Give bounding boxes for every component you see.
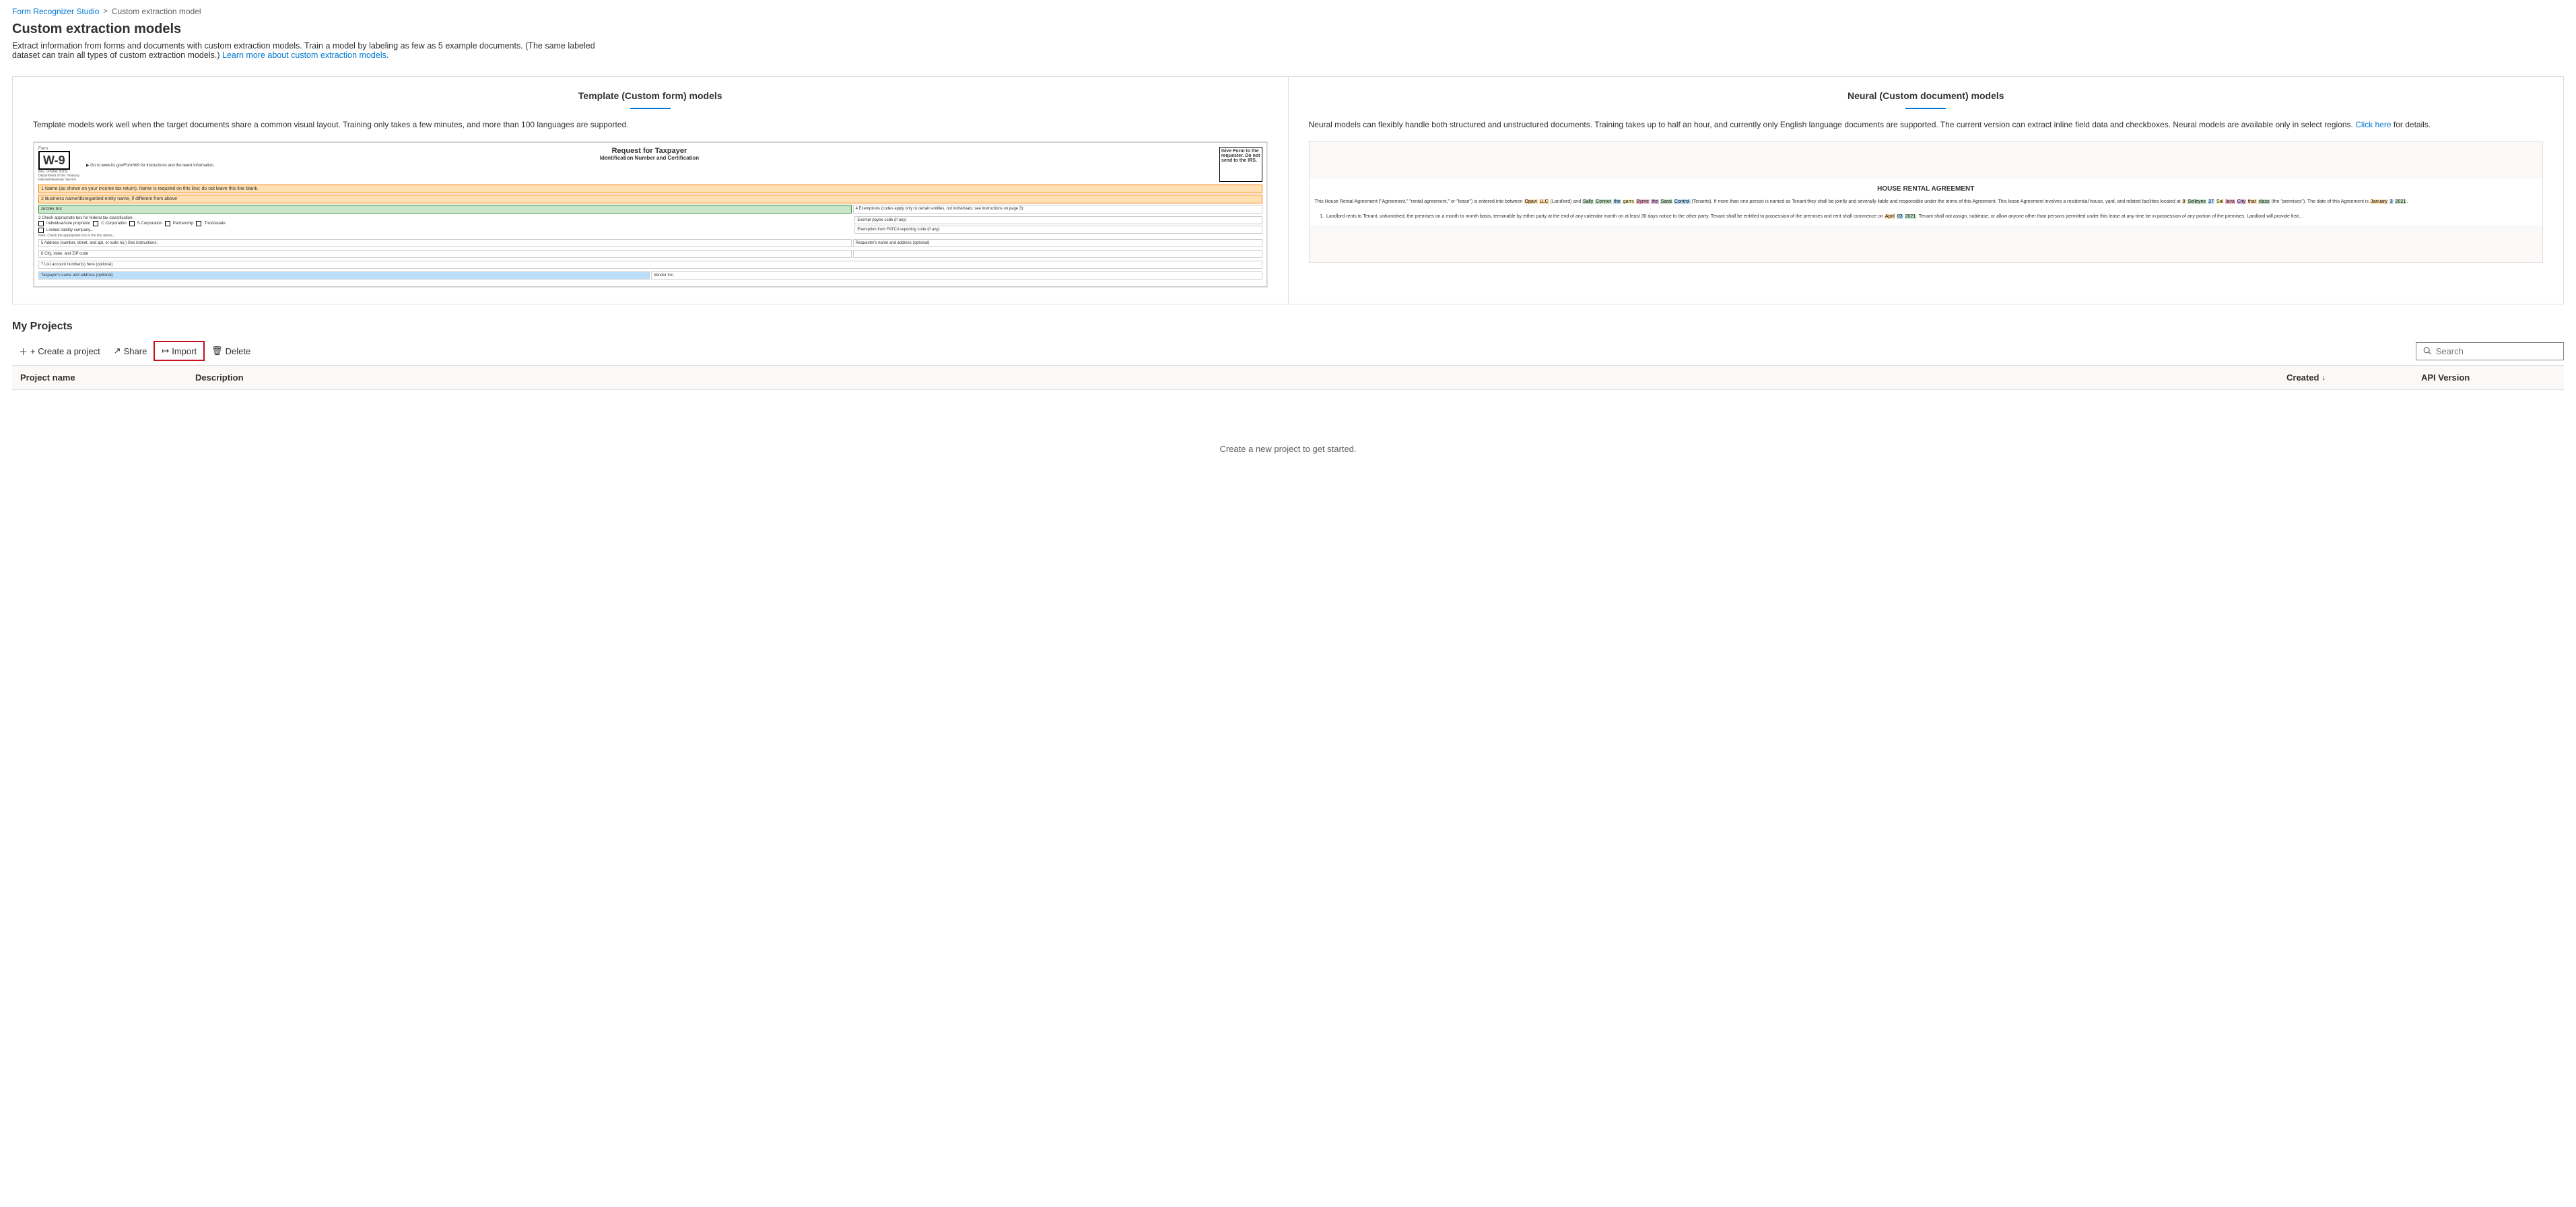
projects-toolbar-row: ＋ + Create a project ↗ Share ↦ Import 🗑 … <box>12 341 2564 365</box>
template-panel-desc: Template models work well when the targe… <box>33 119 1268 131</box>
search-box[interactable] <box>2416 342 2564 360</box>
share-button[interactable]: ↗ Share <box>107 342 154 360</box>
page-description: Extract information from forms and docum… <box>12 41 618 60</box>
template-panel-preview: Form W-9 Rev. October 2018) Department o… <box>33 141 1268 288</box>
neural-panel-divider <box>1905 108 1946 109</box>
search-input[interactable] <box>2436 346 2556 356</box>
breadcrumb-current: Custom extraction model <box>112 7 201 16</box>
col-header-description: Description <box>195 372 2286 383</box>
empty-state-message: Create a new project to get started. <box>12 390 2564 481</box>
share-label: Share <box>124 346 147 356</box>
breadcrumb-home[interactable]: Form Recognizer Studio <box>12 7 99 16</box>
template-panel-title: Template (Custom form) models <box>33 90 1268 101</box>
page-header: Custom extraction models Extract informa… <box>0 19 2576 64</box>
col-header-api-version: API Version <box>2421 372 2556 383</box>
import-icon: ↦ <box>162 346 169 356</box>
projects-section: My Projects ＋ + Create a project ↗ Share… <box>0 304 2576 481</box>
page-title: Custom extraction models <box>12 22 2564 37</box>
col-header-created[interactable]: Created ↓ <box>2286 372 2421 383</box>
plus-icon: ＋ <box>19 345 28 358</box>
breadcrumb-separator: > <box>103 7 107 15</box>
create-project-button[interactable]: ＋ + Create a project <box>12 341 107 361</box>
breadcrumb: Form Recognizer Studio > Custom extracti… <box>0 0 2576 19</box>
projects-toolbar: ＋ + Create a project ↗ Share ↦ Import 🗑 … <box>12 341 257 361</box>
template-panel: Template (Custom form) models Template m… <box>13 77 1289 304</box>
neural-panel-preview: HOUSE RENTAL AGREEMENT This House Rental… <box>1309 141 2544 263</box>
neural-click-here-link[interactable]: Click here <box>2355 120 2391 129</box>
create-project-label: + Create a project <box>30 346 100 356</box>
neural-panel-desc: Neural models can flexibly handle both s… <box>1309 119 2544 131</box>
model-panels: Template (Custom form) models Template m… <box>12 76 2564 304</box>
projects-section-title: My Projects <box>12 321 2564 333</box>
template-panel-divider <box>630 108 671 109</box>
import-label: Import <box>172 346 197 356</box>
rental-form-mock: HOUSE RENTAL AGREEMENT This House Rental… <box>1310 178 2543 226</box>
learn-more-link[interactable]: Learn more about custom extraction model… <box>222 51 388 60</box>
projects-table: Project name Description Created ↓ API V… <box>12 365 2564 481</box>
col-created-label: Created <box>2286 372 2319 383</box>
neural-panel: Neural (Custom document) models Neural m… <box>1289 77 2564 304</box>
delete-label: Delete <box>226 346 251 356</box>
import-button[interactable]: ↦ Import <box>154 341 205 361</box>
delete-icon: 🗑 <box>211 346 223 356</box>
w9-form-mock: Form W-9 Rev. October 2018) Department o… <box>34 142 1267 287</box>
share-icon: ↗ <box>114 346 121 356</box>
sort-icon: ↓ <box>2321 374 2326 382</box>
delete-button[interactable]: 🗑 Delete <box>205 342 257 360</box>
neural-panel-title: Neural (Custom document) models <box>1309 90 2544 101</box>
table-header: Project name Description Created ↓ API V… <box>12 366 2564 390</box>
col-header-project-name: Project name <box>20 372 195 383</box>
search-icon <box>2423 346 2432 356</box>
